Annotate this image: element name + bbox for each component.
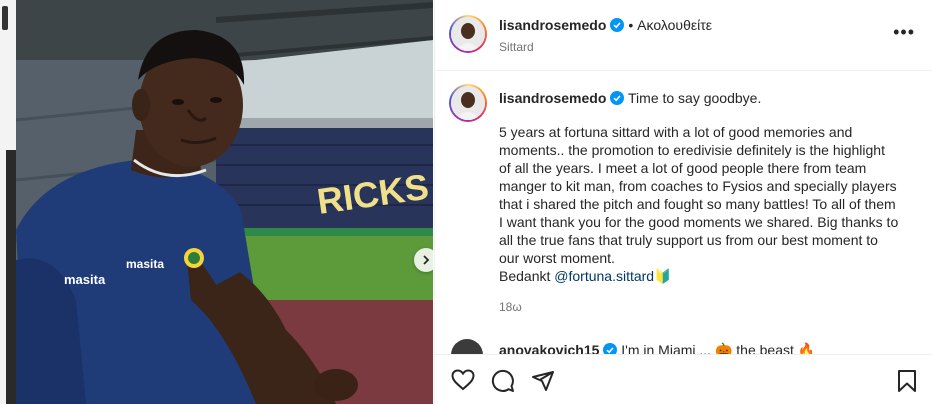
post-details-panel: lisandrosemedo • Ακολουθείτε Sittard ••• … — [434, 0, 932, 405]
caption-username[interactable]: lisandrosemedo — [499, 90, 606, 106]
caption-avatar[interactable] — [449, 84, 487, 122]
author-avatar[interactable] — [449, 15, 487, 53]
share-send-icon[interactable] — [531, 369, 555, 393]
caption-body: 5 years at fortuna sittard with a lot of… — [499, 123, 909, 285]
chevron-right-icon — [423, 255, 430, 265]
background-page-strip — [0, 0, 16, 404]
like-heart-icon[interactable] — [451, 369, 475, 391]
comment-bubble-icon[interactable] — [491, 369, 515, 393]
post-location[interactable]: Sittard — [499, 40, 534, 54]
caption-line: moments.. the promotion to eredivisie de… — [499, 142, 885, 158]
post-header: lisandrosemedo • Ακολουθείτε Sittard ••• — [435, 0, 932, 71]
save-bookmark-icon[interactable] — [897, 369, 917, 393]
avatar-portrait — [451, 86, 485, 120]
follow-status[interactable]: • Ακολουθείτε — [628, 17, 712, 33]
caption-line: of all the years. I meet a lot of good p… — [499, 160, 867, 176]
post-actions-bar — [435, 354, 932, 405]
sign-off-emoji: 🔰 — [654, 268, 672, 284]
caption-line: our worst moment. — [499, 250, 615, 266]
next-photo-button[interactable] — [414, 248, 433, 272]
caption-line: manger to kit man, from coaches to Fysio… — [499, 178, 897, 194]
sign-off-text: Bedankt — [499, 268, 555, 284]
caption-area: lisandrosemedo Time to say goodbye. 5 ye… — [435, 71, 932, 356]
avatar-portrait — [451, 17, 485, 51]
jersey-sponsor-right: masita — [126, 257, 164, 271]
author-username[interactable]: lisandrosemedo — [499, 17, 606, 33]
background-text-fragment — [2, 6, 8, 30]
caption-sign-off: Bedankt @fortuna.sittard🔰 — [499, 267, 909, 285]
photo-illustration: RICKS masita masita — [16, 0, 433, 404]
caption-first-line: Time to say goodbye. — [628, 90, 762, 106]
caption-line: 5 years at fortuna sittard with a lot of… — [499, 124, 853, 140]
mention-link[interactable]: @fortuna.sittard — [554, 268, 654, 284]
verified-badge-icon — [610, 91, 625, 105]
caption-line: that i shared the pitch and fought so ma… — [499, 196, 896, 212]
header-title-row: lisandrosemedo • Ακολουθείτε — [499, 17, 712, 35]
caption-head: lisandrosemedo Time to say goodbye. — [499, 89, 761, 107]
post-photo: RICKS masita masita — [16, 0, 433, 404]
post-timestamp[interactable]: 18ω — [499, 300, 522, 314]
verified-badge-icon — [610, 18, 625, 32]
jersey-sponsor-left: masita — [64, 272, 106, 287]
caption-line: I want thank you for the good moments we… — [499, 214, 899, 230]
caption-line: all the true fans that truly support us … — [499, 232, 878, 248]
background-dark-area — [6, 150, 16, 404]
more-options-icon[interactable]: ••• — [893, 22, 915, 43]
